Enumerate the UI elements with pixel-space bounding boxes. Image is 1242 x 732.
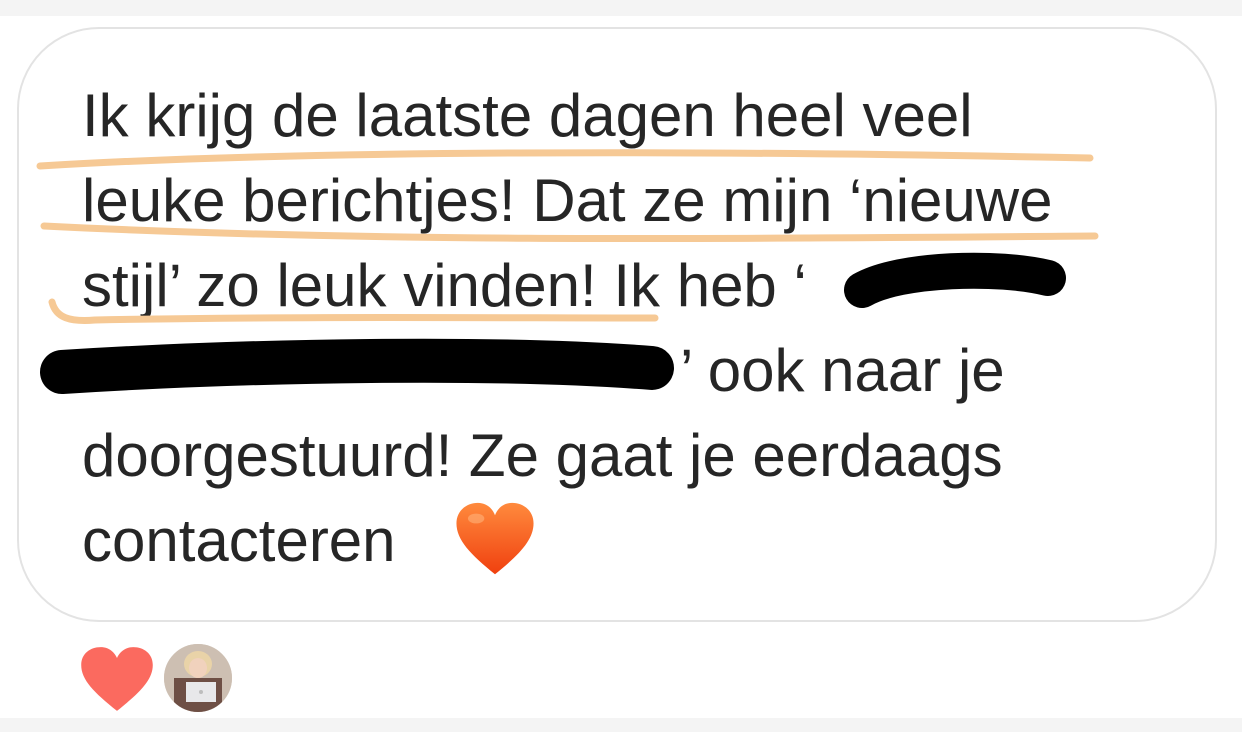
orange-heart-icon: [456, 502, 534, 575]
message-line-1: Ik krijg de laatste dagen heel veel: [82, 82, 973, 149]
top-background-strip: [0, 0, 1242, 16]
message-line-4: ’ ook naar je: [680, 337, 1005, 404]
message-line-3: stijl’ zo leuk vinden! Ik heb ‘: [82, 252, 807, 319]
message-line-5: doorgestuurd! Ze gaat je eerdaags: [82, 422, 1003, 489]
bottom-background-strip: [0, 718, 1242, 732]
user-avatar[interactable]: [162, 642, 234, 714]
message-line-2: leuke berichtjes! Dat ze mijn ‘nieuwe: [82, 167, 1053, 234]
message-line-6: contacteren: [82, 507, 396, 574]
red-heart-icon[interactable]: [78, 644, 156, 714]
